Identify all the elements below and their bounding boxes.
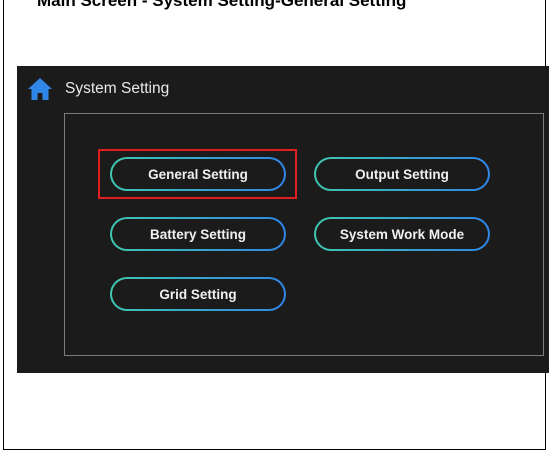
home-icon[interactable] — [27, 77, 53, 101]
header: System Setting — [27, 78, 169, 100]
system-work-mode-label: System Work Mode — [339, 226, 465, 242]
document-title: Main Screen - System Setting-General Set… — [37, 0, 407, 10]
output-setting-button[interactable]: Output Setting — [314, 157, 490, 191]
general-setting-button[interactable]: General Setting — [110, 157, 286, 191]
grid-setting-label: Grid Setting — [159, 286, 237, 302]
battery-setting-label: Battery Setting — [149, 226, 247, 242]
grid-setting-button[interactable]: Grid Setting — [110, 277, 286, 311]
page-title: System Setting — [65, 80, 170, 97]
battery-setting-button[interactable]: Battery Setting — [110, 217, 286, 251]
settings-panel: General Setting Output Setting Battery S… — [64, 113, 544, 356]
device-screen: System Setting General Setting Output Se… — [17, 66, 549, 373]
system-work-mode-button[interactable]: System Work Mode — [314, 217, 490, 251]
output-setting-label: Output Setting — [355, 166, 449, 182]
general-setting-label: General Setting — [148, 166, 248, 182]
